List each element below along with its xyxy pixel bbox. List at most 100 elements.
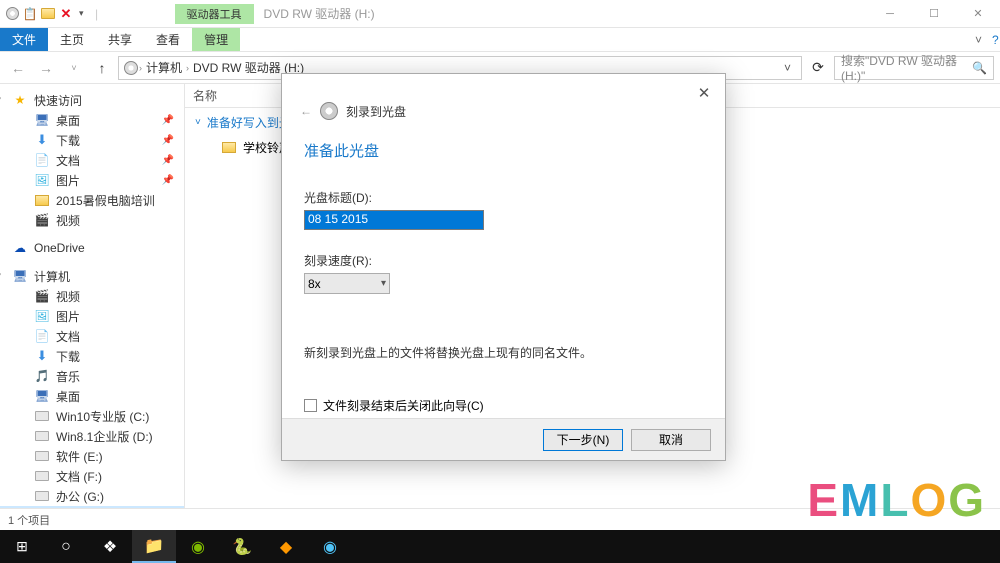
picture-icon: 🖼 <box>34 308 50 324</box>
contextual-tab-label: 驱动器工具 <box>175 4 254 24</box>
help-icon[interactable]: ? <box>992 33 1000 47</box>
sidebar-item-pictures[interactable]: 🖼图片📌 <box>0 170 184 190</box>
sidebar-item-pc-videos[interactable]: 🎬视频 <box>0 286 184 306</box>
close-button[interactable]: ✕ <box>956 0 1000 28</box>
burn-disc-dialog: ✕ ← 刻录到光盘 准备此光盘 光盘标题(D): 08 15 2015 刻录速度… <box>281 73 726 461</box>
sidebar-onedrive[interactable]: ›☁OneDrive <box>0 238 184 258</box>
refresh-button[interactable]: ⟳ <box>806 56 830 80</box>
ribbon-tab-share[interactable]: 共享 <box>96 28 144 51</box>
search-placeholder: 搜索"DVD RW 驱动器 (H:)" <box>841 52 972 83</box>
download-icon: ⬇ <box>34 132 50 148</box>
drive-icon <box>34 408 50 424</box>
pin-icon: 📌 <box>162 175 174 186</box>
sidebar-item-pc-pictures[interactable]: 🖼图片 <box>0 306 184 326</box>
chevron-down-icon: ▾ <box>381 278 386 289</box>
sidebar-item-drive-g[interactable]: 办公 (G:) <box>0 486 184 506</box>
computer-icon: 🖥 <box>12 268 28 284</box>
sidebar-item-dvd[interactable]: DVD RW 驱动器 (H <box>0 506 184 508</box>
statusbar-item-count: 1 个项目 <box>8 512 50 528</box>
drive-icon <box>34 448 50 464</box>
disc-title-input[interactable]: 08 15 2015 <box>304 210 484 230</box>
dialog-title: 准备此光盘 <box>282 126 725 169</box>
sidebar-item-drive-f[interactable]: 文档 (F:) <box>0 466 184 486</box>
sidebar-item-desktop[interactable]: 🖥桌面📌 <box>0 110 184 130</box>
drive-icon <box>34 468 50 484</box>
breadcrumb-computer[interactable]: 计算机 <box>142 59 186 76</box>
disc-icon <box>320 102 338 120</box>
ribbon-tab-home[interactable]: 主页 <box>48 28 96 51</box>
pin-icon: 📌 <box>162 155 174 166</box>
sidebar-quick-access[interactable]: ˅★ 快速访问 <box>0 90 184 110</box>
search-input[interactable]: 搜索"DVD RW 驱动器 (H:)" 🔍 <box>834 56 994 80</box>
sidebar-item-drive-e[interactable]: 软件 (E:) <box>0 446 184 466</box>
next-button[interactable]: 下一步(N) <box>543 429 623 451</box>
sidebar-item-documents[interactable]: 📄文档📌 <box>0 150 184 170</box>
taskbar-app-1[interactable]: ◉ <box>176 530 220 563</box>
video-icon: 🎬 <box>34 212 50 228</box>
desktop-icon: 🖥 <box>34 388 50 404</box>
sidebar-item-downloads[interactable]: ⬇下载📌 <box>0 130 184 150</box>
qat-dropdown-icon[interactable]: ▾ <box>76 8 87 19</box>
address-dropdown-icon[interactable]: ˅ <box>778 61 797 75</box>
sidebar-item-videos[interactable]: 🎬视频 <box>0 210 184 230</box>
video-icon: 🎬 <box>34 288 50 304</box>
nav-forward-button: → <box>34 56 58 80</box>
close-wizard-label: 文件刻录结束后关闭此向导(C) <box>323 397 484 414</box>
qat-properties-icon[interactable] <box>22 6 38 22</box>
cloud-icon: ☁ <box>12 240 28 256</box>
ribbon-expand-icon[interactable]: ˅ <box>965 33 992 47</box>
nav-up-button[interactable]: ↑ <box>90 56 114 80</box>
taskbar-python-icon[interactable]: 🐍 <box>220 530 264 563</box>
search-icon: 🔍 <box>972 61 987 75</box>
desktop-icon: 🖥 <box>34 112 50 128</box>
sidebar-item-pc-music[interactable]: 🎵音乐 <box>0 366 184 386</box>
minimize-button[interactable]: ─ <box>868 0 912 28</box>
sidebar-item-pc-downloads[interactable]: ⬇下载 <box>0 346 184 366</box>
pin-icon: 📌 <box>162 135 174 146</box>
sidebar-thispc[interactable]: ˅🖥计算机 <box>0 266 184 286</box>
maximize-button[interactable]: ☐ <box>912 0 956 28</box>
watermark-logo: EMLOG <box>807 473 986 527</box>
burn-speed-select[interactable]: 8x ▾ <box>304 273 390 294</box>
picture-icon: 🖼 <box>34 172 50 188</box>
nav-history-dropdown[interactable]: ˅ <box>62 56 86 80</box>
folder-icon <box>221 139 237 155</box>
burn-speed-label: 刻录速度(R): <box>304 252 703 269</box>
start-button[interactable]: ⊞ <box>0 530 44 563</box>
back-arrow-icon[interactable]: ← <box>300 104 312 118</box>
pin-icon: 📌 <box>162 115 174 126</box>
close-wizard-checkbox[interactable] <box>304 399 317 412</box>
star-icon: ★ <box>12 92 28 108</box>
document-icon: 📄 <box>34 152 50 168</box>
sidebar-item-pc-documents[interactable]: 📄文档 <box>0 326 184 346</box>
app-icon <box>4 6 20 22</box>
nav-back-button[interactable]: ← <box>6 56 30 80</box>
taskbar-explorer[interactable]: 📁 <box>132 530 176 563</box>
drive-icon <box>34 488 50 504</box>
cancel-button[interactable]: 取消 <box>631 429 711 451</box>
cortana-button[interactable]: ○ <box>44 530 88 563</box>
qat-delete-icon[interactable]: ✕ <box>58 6 74 22</box>
dialog-close-button[interactable]: ✕ <box>691 80 717 106</box>
window-title: DVD RW 驱动器 (H:) <box>264 5 375 22</box>
folder-icon <box>34 192 50 208</box>
sidebar-item-drive-d[interactable]: Win8.1企业版 (D:) <box>0 426 184 446</box>
ribbon-tab-file[interactable]: 文件 <box>0 28 48 51</box>
dialog-header-text: 刻录到光盘 <box>346 103 406 120</box>
sidebar-item-pc-desktop[interactable]: 🖥桌面 <box>0 386 184 406</box>
chevron-down-icon: ˅ <box>195 117 201 128</box>
navigation-pane: ˅★ 快速访问 🖥桌面📌 ⬇下载📌 📄文档📌 🖼图片📌 2015暑假电脑培训 🎬… <box>0 84 185 508</box>
task-view-button[interactable]: ❖ <box>88 530 132 563</box>
qat-separator: | <box>89 6 105 22</box>
sidebar-item-folder[interactable]: 2015暑假电脑培训 <box>0 190 184 210</box>
sidebar-item-drive-c[interactable]: Win10专业版 (C:) <box>0 406 184 426</box>
ribbon-tab-manage[interactable]: 管理 <box>192 28 240 51</box>
qat-folder-icon[interactable] <box>40 6 56 22</box>
drive-icon <box>34 428 50 444</box>
taskbar-app-2[interactable]: ◆ <box>264 530 308 563</box>
breadcrumb-root-icon[interactable] <box>123 60 139 76</box>
taskbar-browser-icon[interactable]: ◉ <box>308 530 352 563</box>
dialog-info-text: 新刻录到光盘上的文件将替换光盘上现有的同名文件。 <box>304 344 703 361</box>
ribbon-tab-view[interactable]: 查看 <box>144 28 192 51</box>
taskbar: ⊞ ○ ❖ 📁 ◉ 🐍 ◆ ◉ <box>0 530 1000 563</box>
